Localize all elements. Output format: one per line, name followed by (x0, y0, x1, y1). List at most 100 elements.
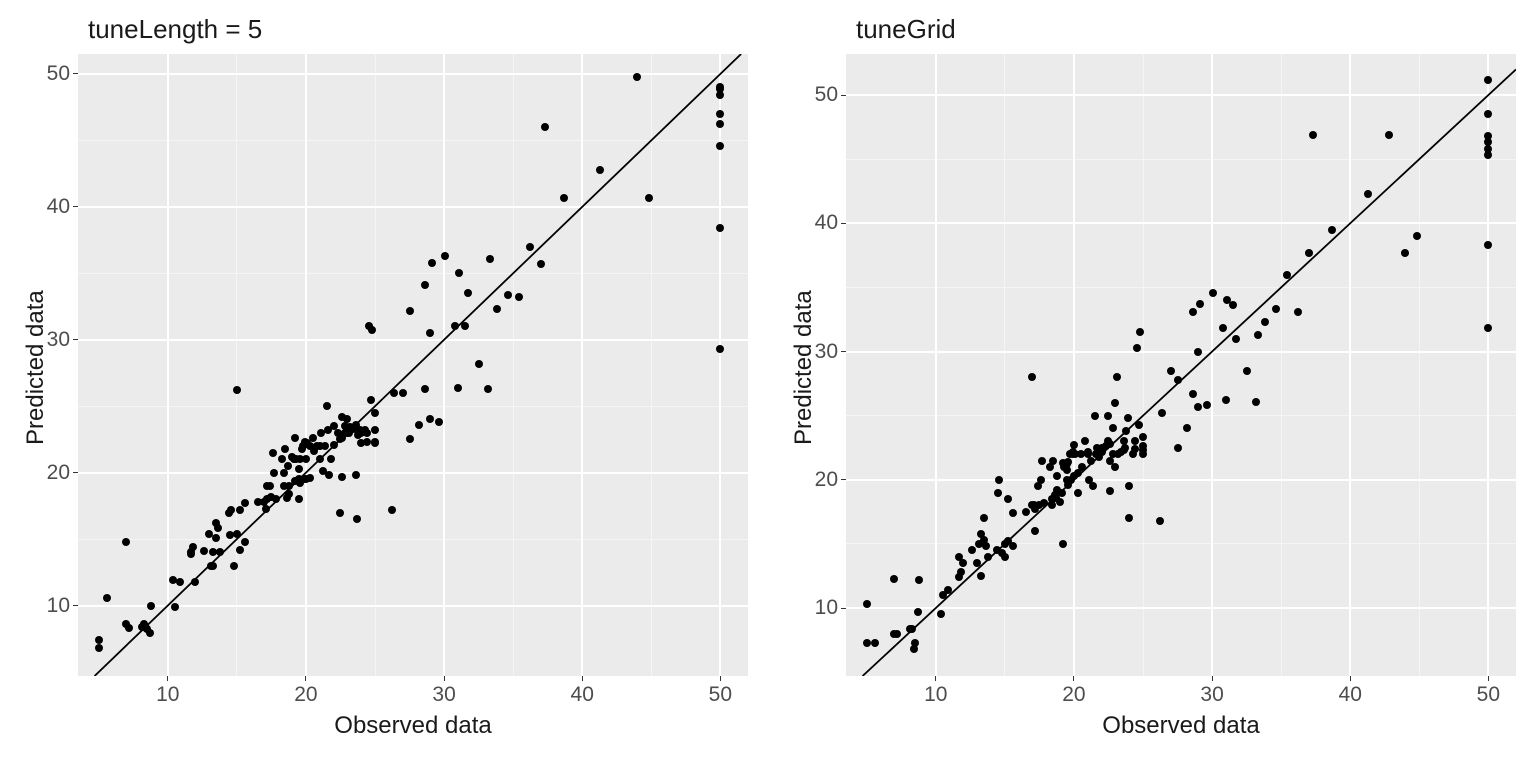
data-point (363, 438, 371, 446)
data-point (415, 421, 423, 429)
data-point (368, 326, 376, 334)
x-axis-label: Observed data (78, 712, 748, 740)
data-point (1111, 399, 1119, 407)
data-point (493, 305, 501, 313)
data-point (994, 489, 1002, 497)
chart-panel-right: tuneGrid 10203040501020304050Observed da… (768, 0, 1536, 768)
data-point (1111, 463, 1119, 471)
x-tick-label: 40 (1339, 683, 1362, 707)
y-tick-label: 40 (812, 211, 838, 235)
data-point (406, 307, 414, 315)
data-point (1009, 509, 1017, 517)
data-point (353, 515, 361, 523)
data-point (944, 586, 952, 594)
data-point (1059, 540, 1067, 548)
data-point (1106, 487, 1114, 495)
data-point (295, 495, 303, 503)
data-point (421, 281, 429, 289)
data-point (937, 610, 945, 618)
x-axis-label: Observed data (846, 712, 1516, 740)
data-point (1385, 131, 1393, 139)
data-point (284, 462, 292, 470)
data-point (216, 548, 224, 556)
data-point (147, 602, 155, 610)
x-tick-label: 10 (156, 683, 179, 707)
y-tick-label: 20 (812, 468, 838, 492)
data-point (716, 224, 724, 232)
y-tick-label: 10 (44, 594, 70, 618)
data-point (484, 385, 492, 393)
data-point (230, 562, 238, 570)
data-point (633, 73, 641, 81)
data-point (281, 445, 289, 453)
data-point (1064, 458, 1072, 466)
data-point (371, 426, 379, 434)
data-point (1196, 300, 1204, 308)
data-point (454, 384, 462, 392)
data-point (336, 509, 344, 517)
data-point (191, 578, 199, 586)
data-point (716, 120, 724, 128)
data-point (406, 435, 414, 443)
x-tick-label: 50 (709, 683, 732, 707)
data-point (1084, 448, 1092, 456)
y-tick-label: 50 (44, 62, 70, 86)
data-point (270, 469, 278, 477)
data-point (371, 438, 379, 446)
data-point (645, 194, 653, 202)
data-point (316, 455, 324, 463)
data-point (1484, 76, 1492, 84)
data-point (716, 142, 724, 150)
data-point (475, 360, 483, 368)
data-point (1056, 498, 1064, 506)
data-point (1283, 271, 1291, 279)
data-point (1364, 190, 1372, 198)
x-tick-label: 30 (432, 683, 455, 707)
data-point (1139, 433, 1147, 441)
data-point (435, 418, 443, 426)
data-point (515, 293, 523, 301)
data-point (1189, 390, 1197, 398)
data-point (1484, 110, 1492, 118)
x-tick-label: 10 (924, 683, 947, 707)
data-point (716, 345, 724, 353)
data-point (390, 389, 398, 397)
data-point (352, 471, 360, 479)
data-point (1125, 514, 1133, 522)
data-point (321, 442, 329, 450)
data-point (1174, 376, 1182, 384)
data-point (995, 476, 1003, 484)
data-point (1484, 324, 1492, 332)
data-point (504, 291, 512, 299)
data-point (266, 482, 274, 490)
reference-line (846, 54, 1516, 676)
data-point (1081, 437, 1089, 445)
data-point (1001, 553, 1009, 561)
data-point (1139, 442, 1147, 450)
data-point (1219, 324, 1227, 332)
data-point (455, 269, 463, 277)
data-point (1183, 424, 1191, 432)
data-point (560, 194, 568, 202)
data-point (915, 576, 923, 584)
data-point (461, 322, 469, 330)
x-tick-label: 30 (1200, 683, 1223, 707)
data-point (236, 506, 244, 514)
data-point (1004, 495, 1012, 503)
data-point (371, 409, 379, 417)
data-point (596, 166, 604, 174)
data-point (1074, 489, 1082, 497)
data-point (212, 534, 220, 542)
data-point (1401, 249, 1409, 257)
data-point (1243, 367, 1251, 375)
data-point (227, 506, 235, 514)
data-point (1022, 508, 1030, 516)
data-point (968, 546, 976, 554)
data-point (363, 429, 371, 437)
data-point (1124, 414, 1132, 422)
y-tick-label: 40 (44, 195, 70, 219)
data-point (893, 630, 901, 638)
x-tick-label: 50 (1477, 683, 1500, 707)
x-tick-label: 20 (294, 683, 317, 707)
data-point (1113, 373, 1121, 381)
